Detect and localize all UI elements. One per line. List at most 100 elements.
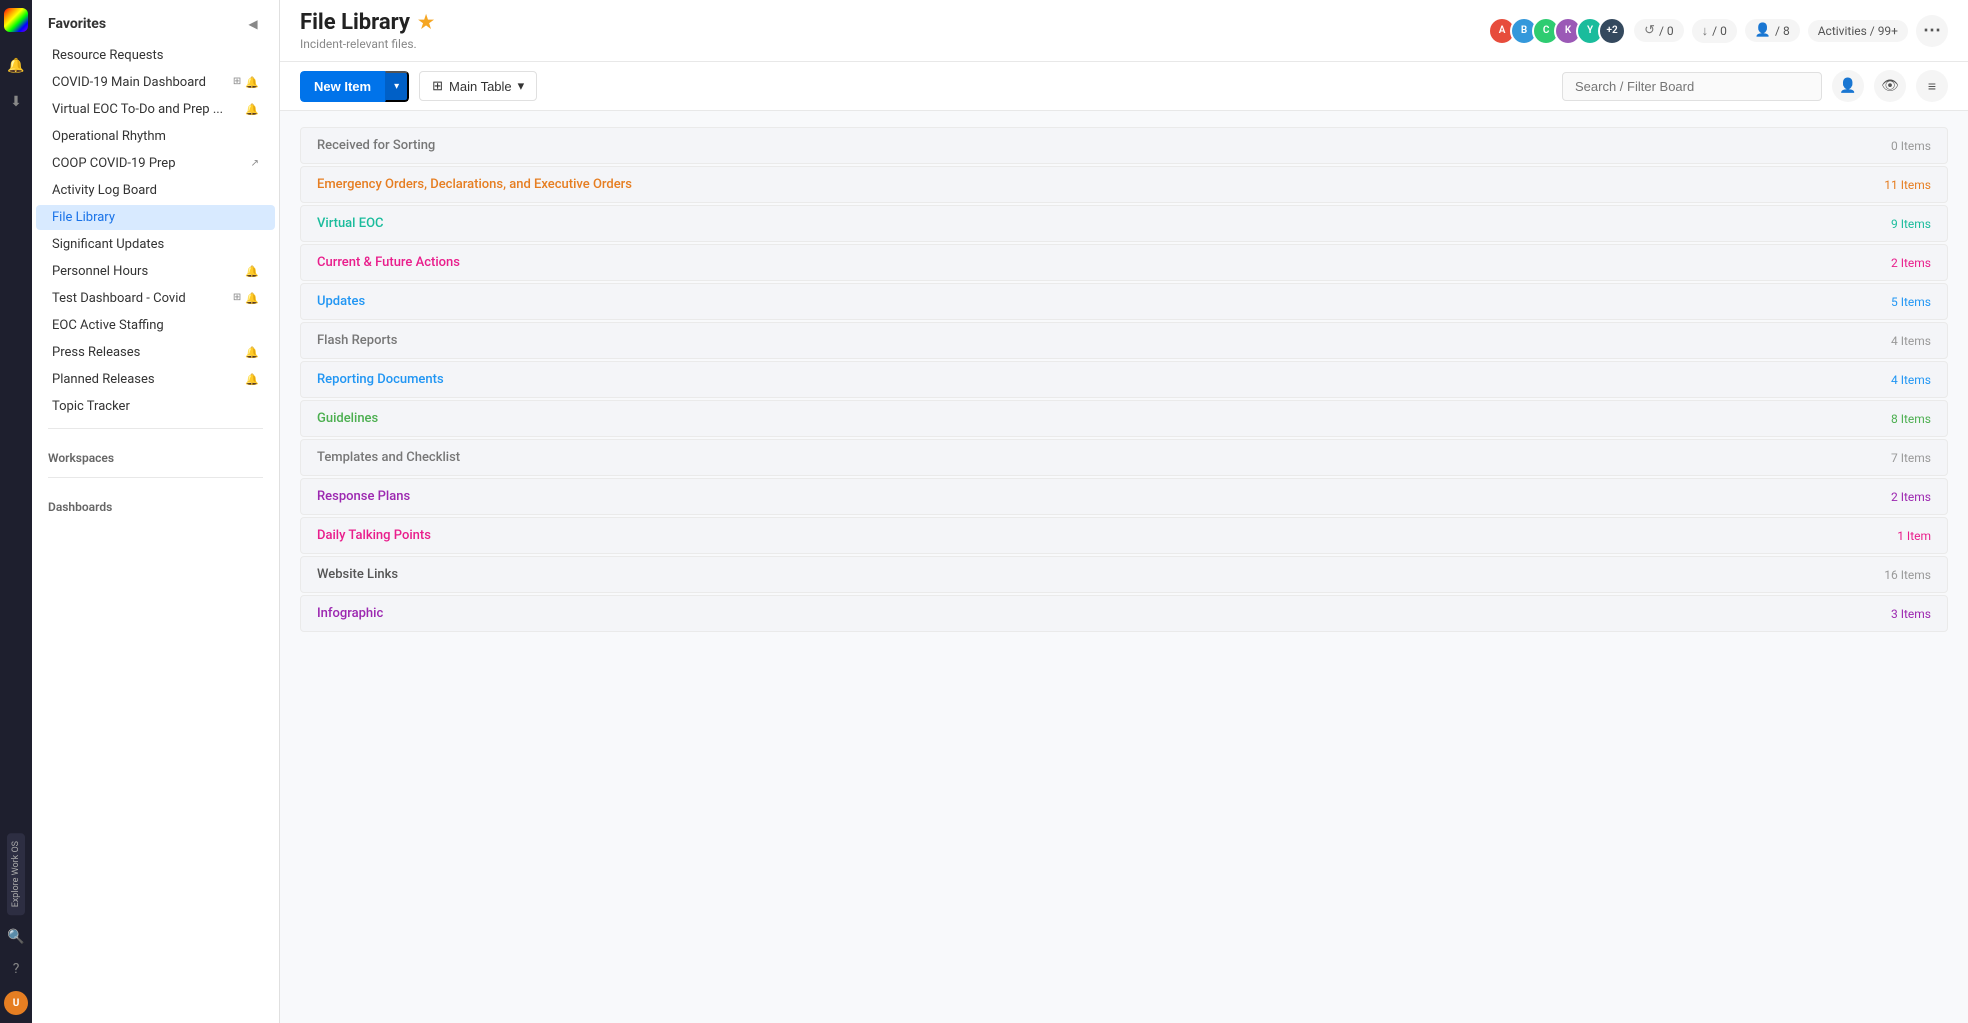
group-label: Website Links: [317, 567, 1884, 582]
help-icon[interactable]: ?: [6, 959, 26, 979]
sidebar-item-press-releases[interactable]: Press Releases 🔔: [36, 340, 275, 365]
grid-icon: ⊞: [233, 292, 241, 305]
bell-red-icon: 🔔: [245, 265, 259, 278]
bell-red-icon: 🔔: [245, 373, 259, 386]
sidebar-item-significant-updates[interactable]: Significant Updates: [36, 232, 275, 257]
group-row[interactable]: Reporting Documents4 Items: [300, 361, 1948, 398]
group-count: 5 Items: [1891, 295, 1931, 309]
group-label: Flash Reports: [317, 333, 1891, 348]
avatars-group: A B C K Y +2: [1488, 17, 1626, 45]
bell-red-icon: 🔔: [245, 346, 259, 359]
group-row[interactable]: Website Links16 Items: [300, 556, 1948, 593]
group-row[interactable]: Virtual EOC9 Items: [300, 205, 1948, 242]
bell-red-icon: 🔔: [245, 103, 259, 116]
main-content: File Library ★ Incident-relevant files. …: [280, 0, 1968, 1023]
filter-icon: ≡: [1928, 78, 1936, 95]
table-view-button[interactable]: ⊞ Main Table ▾: [419, 71, 537, 101]
sidebar-item-planned-releases[interactable]: Planned Releases 🔔: [36, 367, 275, 392]
group-label: Response Plans: [317, 489, 1891, 504]
table-icon: ⊞: [432, 78, 443, 94]
topbar: File Library ★ Incident-relevant files. …: [280, 0, 1968, 62]
group-count: 2 Items: [1891, 490, 1931, 504]
group-count: 8 Items: [1891, 412, 1931, 426]
eye-icon: 👁: [1881, 78, 1899, 94]
new-item-wrapper: New Item ▾: [300, 71, 409, 102]
toolbar: New Item ▾ ⊞ Main Table ▾ 👤 👁 ≡: [280, 62, 1968, 111]
sidebar-item-personnel-hours[interactable]: Personnel Hours 🔔: [36, 259, 275, 284]
sidebar: Favorites ◀ Resource Requests COVID-19 M…: [32, 0, 280, 1023]
person-icon: 👤: [1839, 78, 1856, 94]
eye-button[interactable]: 👁: [1874, 70, 1906, 102]
avatar: +2: [1598, 17, 1626, 45]
refresh-icon: ↺: [1644, 23, 1655, 38]
group-row[interactable]: Current & Future Actions2 Items: [300, 244, 1948, 281]
sidebar-item-activity-log-board[interactable]: Activity Log Board: [36, 178, 275, 203]
sidebar-item-virtual-eoc[interactable]: Virtual EOC To-Do and Prep ... 🔔: [36, 97, 275, 122]
group-count: 9 Items: [1891, 217, 1931, 231]
group-label: Guidelines: [317, 411, 1891, 426]
group-label: Infographic: [317, 606, 1891, 621]
group-label: Received for Sorting: [317, 138, 1891, 153]
group-label: Virtual EOC: [317, 216, 1891, 231]
group-count: 3 Items: [1891, 607, 1931, 621]
person-filter-button[interactable]: 👤: [1832, 70, 1864, 102]
group-row[interactable]: Emergency Orders, Declarations, and Exec…: [300, 166, 1948, 203]
sidebar-header: Favorites ◀: [32, 0, 279, 42]
user-avatar[interactable]: U: [4, 991, 28, 1015]
favorites-title: Favorites: [48, 16, 106, 32]
group-count: 1 Item: [1897, 529, 1931, 543]
group-count: 4 Items: [1891, 373, 1931, 387]
download-icon[interactable]: ⬇: [6, 92, 26, 112]
group-row[interactable]: Infographic3 Items: [300, 595, 1948, 632]
group-row[interactable]: Response Plans2 Items: [300, 478, 1948, 515]
activities-stat[interactable]: Activities / 99+: [1808, 20, 1908, 42]
refresh-stat[interactable]: ↺ / 0: [1634, 19, 1684, 42]
user-stat[interactable]: 👤 / 8: [1745, 19, 1800, 42]
user-icon: 👤: [1755, 23, 1771, 38]
explore-work-os[interactable]: Explore Work OS: [7, 833, 25, 915]
download-stat[interactable]: ↓ / 0: [1692, 19, 1737, 43]
nav-rail: 🔔 ⬇ Explore Work OS 🔍 ? U: [0, 0, 32, 1023]
app-logo[interactable]: [4, 8, 28, 32]
search-input[interactable]: [1562, 72, 1822, 101]
group-label: Emergency Orders, Declarations, and Exec…: [317, 177, 1884, 192]
sidebar-item-topic-tracker[interactable]: Topic Tracker: [36, 394, 275, 419]
group-label: Updates: [317, 294, 1891, 309]
group-row[interactable]: Flash Reports4 Items: [300, 322, 1948, 359]
group-count: 16 Items: [1884, 568, 1931, 582]
sidebar-item-eoc-active-staffing[interactable]: EOC Active Staffing: [36, 313, 275, 338]
new-item-dropdown-button[interactable]: ▾: [385, 71, 409, 102]
page-subtitle: Incident-relevant files.: [300, 37, 1476, 51]
workspaces-section: Workspaces: [32, 437, 279, 469]
filter-button[interactable]: ≡: [1916, 70, 1948, 102]
more-options-button[interactable]: ⋯: [1916, 15, 1948, 47]
sidebar-item-test-dashboard[interactable]: Test Dashboard - Covid ⊞ 🔔: [36, 286, 275, 311]
group-count: 4 Items: [1891, 334, 1931, 348]
sidebar-item-covid-main-dashboard[interactable]: COVID-19 Main Dashboard ⊞ 🔔: [36, 70, 275, 95]
content-area: Received for Sorting0 Items Emergency Ord…: [280, 111, 1968, 1023]
group-count: 2 Items: [1891, 256, 1931, 270]
download-icon: ↓: [1702, 23, 1709, 39]
group-row[interactable]: Templates and Checklist7 Items: [300, 439, 1948, 476]
group-row[interactable]: Received for Sorting0 Items: [300, 127, 1948, 164]
search-icon[interactable]: 🔍: [6, 927, 26, 947]
group-count: 11 Items: [1884, 178, 1931, 192]
group-row[interactable]: Updates5 Items: [300, 283, 1948, 320]
favorite-star-icon[interactable]: ★: [418, 12, 434, 33]
group-count: 0 Items: [1891, 139, 1931, 153]
group-label: Current & Future Actions: [317, 255, 1891, 270]
bell-icon[interactable]: 🔔: [6, 56, 26, 76]
sidebar-item-operational-rhythm[interactable]: Operational Rhythm: [36, 124, 275, 149]
group-row[interactable]: Guidelines8 Items: [300, 400, 1948, 437]
group-count: 7 Items: [1891, 451, 1931, 465]
bell-red-icon: 🔔: [245, 292, 259, 305]
sidebar-collapse-button[interactable]: ◀: [243, 14, 263, 34]
sidebar-item-file-library[interactable]: File Library: [36, 205, 275, 230]
sidebar-item-resource-requests[interactable]: Resource Requests: [36, 43, 275, 68]
new-item-button[interactable]: New Item: [300, 71, 385, 102]
bell-red-icon: 🔔: [245, 76, 259, 89]
group-row[interactable]: Daily Talking Points1 Item: [300, 517, 1948, 554]
group-label: Templates and Checklist: [317, 450, 1891, 465]
sidebar-item-coop-covid[interactable]: COOP COVID-19 Prep ↗: [36, 151, 275, 176]
group-label: Daily Talking Points: [317, 528, 1897, 543]
